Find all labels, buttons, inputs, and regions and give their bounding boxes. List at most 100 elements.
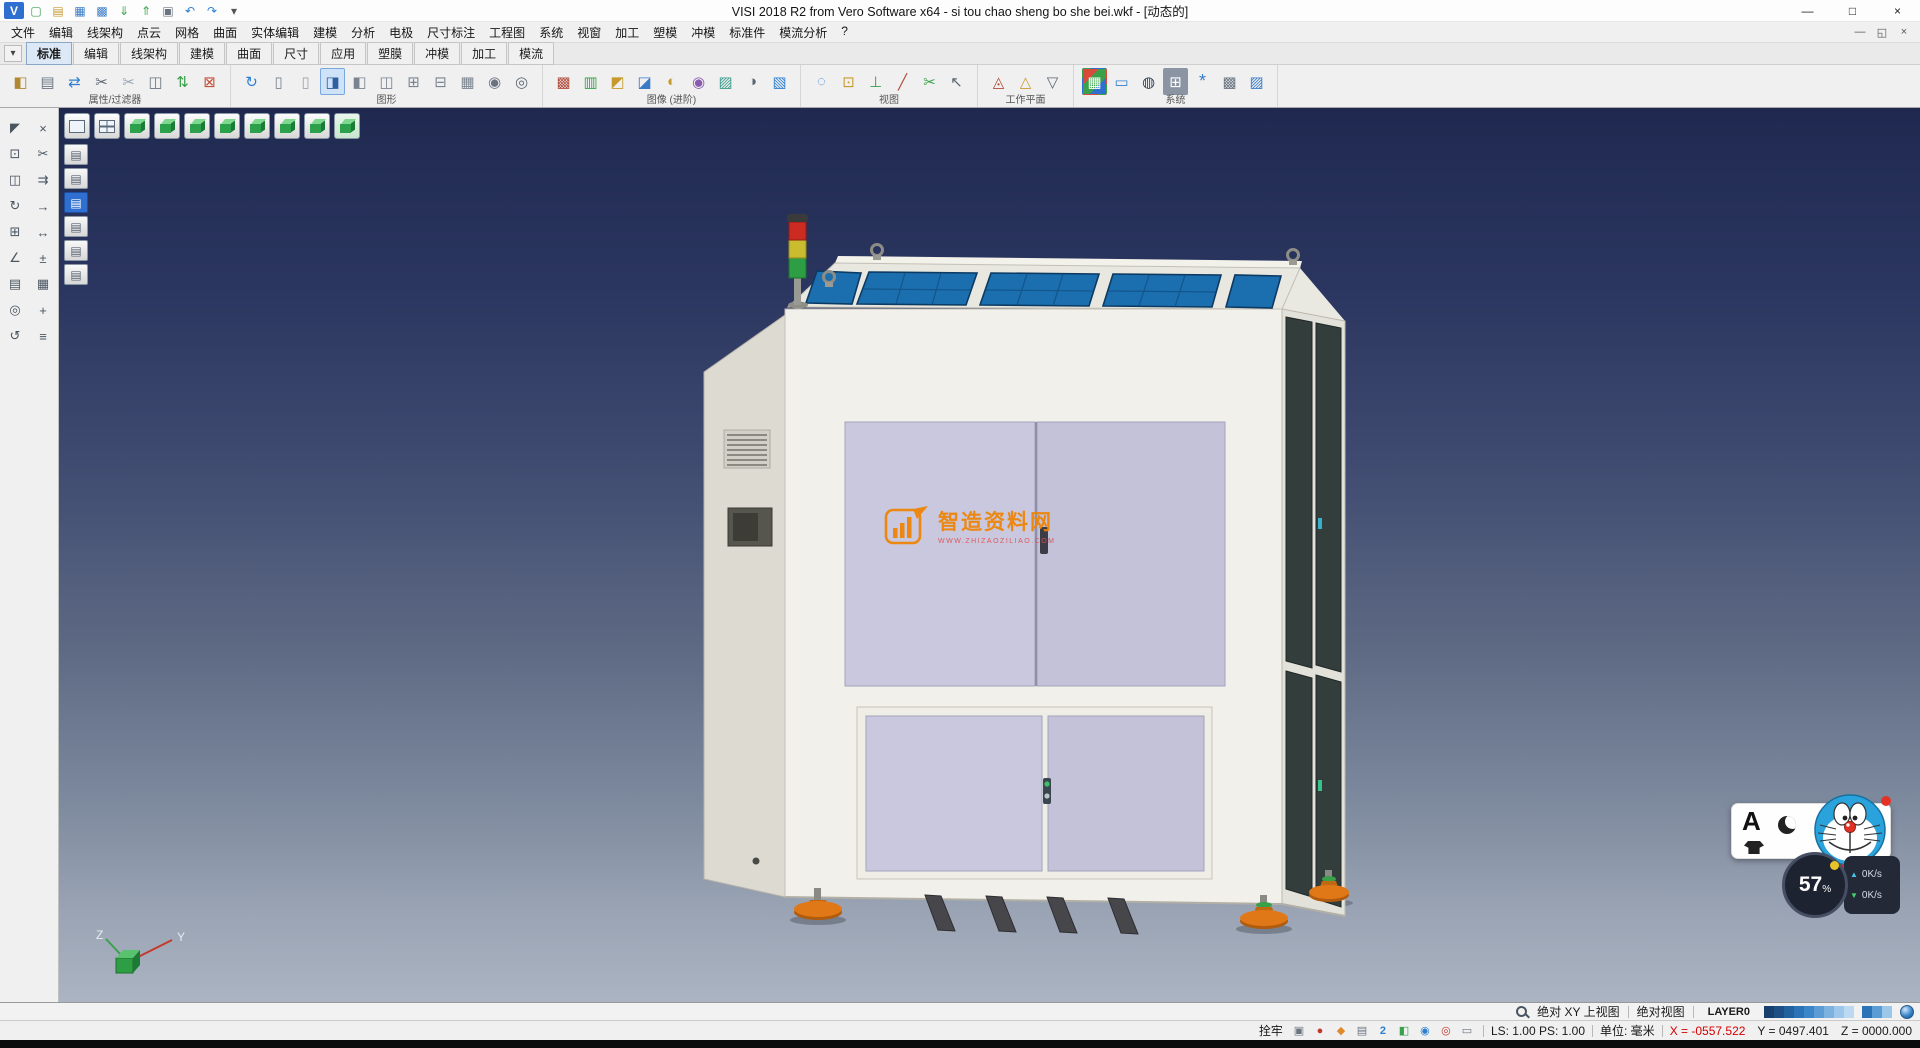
tab-machining[interactable]: 加工	[461, 42, 507, 65]
view-right-icon[interactable]	[274, 113, 300, 139]
mdi-restore-button[interactable]: ◱	[1874, 26, 1890, 39]
orbit-icon[interactable]: ↺	[2, 324, 28, 348]
save-icon[interactable]: ▦	[70, 2, 90, 19]
menu-item[interactable]: 文件	[4, 22, 42, 43]
tab-dropdown-icon[interactable]: ▾	[4, 45, 22, 62]
menu-item[interactable]: 标准件	[722, 22, 772, 43]
menu-item[interactable]: 视窗	[570, 22, 608, 43]
menu-item[interactable]: 模流分析	[772, 22, 834, 43]
monitor-status-icon[interactable]: ▭	[1458, 1023, 1476, 1039]
net-speed-widget[interactable]: A 57 %	[1731, 792, 1920, 927]
tab-die[interactable]: 冲模	[414, 42, 460, 65]
workplane-store-icon[interactable]: ▤	[64, 264, 88, 285]
search-icon[interactable]	[1515, 1005, 1529, 1019]
mdi-minimize-button[interactable]: —	[1852, 26, 1868, 39]
progress-ball[interactable]: 57 %	[1782, 852, 1848, 918]
tab-dimension[interactable]: 尺寸	[273, 42, 319, 65]
menu-item[interactable]: 实体编辑	[244, 22, 306, 43]
import-icon[interactable]: ⇓	[114, 2, 134, 19]
view-mode-label[interactable]: 绝对 XY 上视图	[1537, 1003, 1619, 1020]
speed-pill[interactable]: ▲ 0K/s ▼ 0K/s	[1844, 856, 1900, 914]
view-left-icon[interactable]	[244, 113, 270, 139]
measure-icon[interactable]: ∠	[2, 246, 28, 270]
menu-item[interactable]: 线架构	[80, 22, 130, 43]
globe-status-icon[interactable]	[1900, 1005, 1914, 1019]
tab-modeling[interactable]: 建模	[179, 42, 225, 65]
view-bottom-icon[interactable]	[304, 113, 330, 139]
mirror-icon[interactable]: ◫	[2, 168, 28, 192]
menu-item[interactable]: 分析	[344, 22, 382, 43]
offset-icon[interactable]: ⇉	[30, 168, 56, 192]
flame-status-icon[interactable]: ◆	[1332, 1023, 1350, 1039]
menu-item[interactable]: 电极	[382, 22, 420, 43]
menu-item[interactable]: 点云	[130, 22, 168, 43]
visi-logo-icon[interactable]: V	[4, 2, 24, 19]
tab-mold[interactable]: 塑膜	[367, 42, 413, 65]
view-axonometric-icon[interactable]	[334, 113, 360, 139]
view-iso-icon[interactable]	[124, 113, 150, 139]
tab-surface[interactable]: 曲面	[226, 42, 272, 65]
trim-icon[interactable]: ✂	[30, 142, 56, 166]
help-status-icon[interactable]: 2	[1374, 1023, 1392, 1039]
view-front-icon[interactable]	[184, 113, 210, 139]
maximize-button[interactable]: □	[1830, 0, 1875, 21]
dimension-icon[interactable]: ±	[30, 246, 56, 270]
snap-icon[interactable]: ◎	[2, 298, 28, 322]
menu-item[interactable]: 工程图	[482, 22, 532, 43]
menu-item[interactable]: 冲模	[684, 22, 722, 43]
view-back-icon[interactable]	[214, 113, 240, 139]
tab-flow[interactable]: 模流	[508, 42, 554, 65]
mdi-close-button[interactable]: ×	[1896, 26, 1912, 39]
menu-item[interactable]: 曲面	[206, 22, 244, 43]
workplane-user-icon[interactable]: ▤	[64, 216, 88, 237]
minimize-button[interactable]: —	[1785, 0, 1830, 21]
menu-item[interactable]: 加工	[608, 22, 646, 43]
tab-standard[interactable]: 标准	[26, 42, 72, 65]
layer-indicator[interactable]: LAYER0	[1702, 1006, 1756, 1018]
quick-menu-icon[interactable]: ▾	[224, 2, 244, 19]
tab-wireframe[interactable]: 线架构	[120, 42, 178, 65]
new-file-icon[interactable]: ▢	[26, 2, 46, 19]
print-icon[interactable]: ▣	[158, 2, 178, 19]
menu-item[interactable]: 网格	[168, 22, 206, 43]
menu-item[interactable]: 建模	[306, 22, 344, 43]
workplane-world-icon[interactable]: ▤	[64, 144, 88, 165]
view-mode2-label[interactable]: 绝对视图	[1637, 1003, 1685, 1020]
menu-item[interactable]: 塑模	[646, 22, 684, 43]
lock-mode-label[interactable]: 拴牢	[1259, 1022, 1283, 1039]
menu-item[interactable]: 编辑	[42, 22, 80, 43]
delete-icon[interactable]: ×	[30, 116, 56, 140]
layers-icon[interactable]: ▤	[2, 272, 28, 296]
viewport-3d[interactable]	[59, 108, 1920, 1002]
workplane-view-icon[interactable]: ▤	[64, 240, 88, 261]
layers-status-icon[interactable]: ▤	[1353, 1023, 1371, 1039]
settings-icon[interactable]: ≡	[30, 324, 56, 348]
pan-icon[interactable]: +	[30, 298, 56, 322]
zoom-box-icon[interactable]: ⊡	[2, 142, 28, 166]
menu-item[interactable]: ?	[834, 22, 855, 43]
close-button[interactable]: ×	[1875, 0, 1920, 21]
workplane-active-icon[interactable]: ▤	[64, 192, 88, 213]
capture-status-icon[interactable]: ▣	[1290, 1023, 1308, 1039]
move-icon[interactable]: →	[30, 194, 56, 218]
view-top-icon[interactable]	[154, 113, 180, 139]
copy-icon[interactable]: ⊞	[2, 220, 28, 244]
eye-status-icon[interactable]: ◉	[1416, 1023, 1434, 1039]
menu-item[interactable]: 尺寸标注	[420, 22, 482, 43]
scale-icon[interactable]: ↔	[30, 220, 56, 244]
menu-item[interactable]: 系统	[532, 22, 570, 43]
tab-application[interactable]: 应用	[320, 42, 366, 65]
redo-icon[interactable]: ↷	[202, 2, 222, 19]
record-status-icon[interactable]: ●	[1311, 1023, 1329, 1039]
undo-icon[interactable]: ↶	[180, 2, 200, 19]
rotate-icon[interactable]: ↻	[2, 194, 28, 218]
viewport-quad-icon[interactable]	[94, 113, 120, 139]
select-arrow-icon[interactable]: ◤	[2, 116, 28, 140]
tab-edit[interactable]: 编辑	[73, 42, 119, 65]
save-all-icon[interactable]: ▩	[92, 2, 112, 19]
workplane-front-icon[interactable]: ▤	[64, 168, 88, 189]
viewport-single-icon[interactable]	[64, 113, 90, 139]
target-status-icon[interactable]: ◎	[1437, 1023, 1455, 1039]
open-file-icon[interactable]: ▤	[48, 2, 68, 19]
export-icon[interactable]: ⇑	[136, 2, 156, 19]
